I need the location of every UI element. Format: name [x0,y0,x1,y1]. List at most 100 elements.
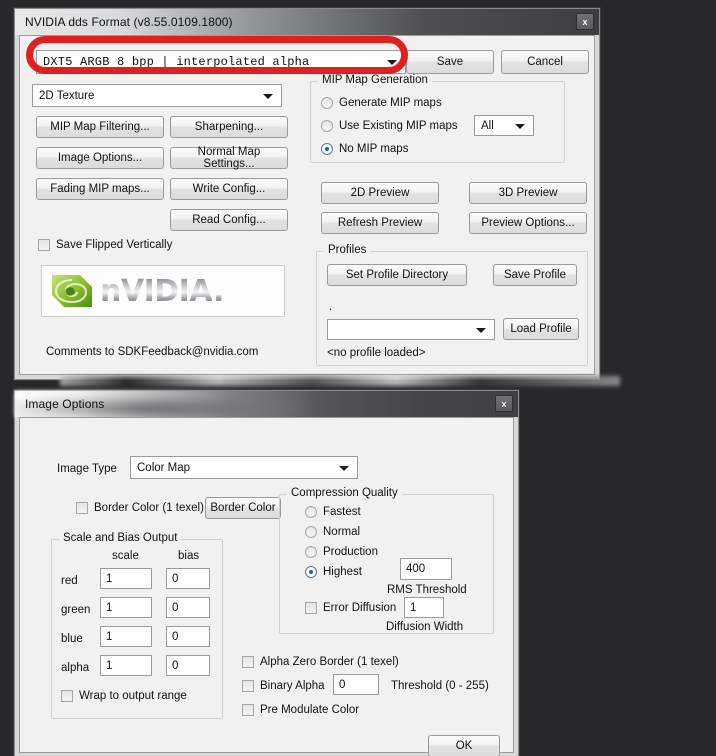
chevron-down-icon [339,465,349,471]
refresh-preview-button[interactable]: Refresh Preview [321,212,439,234]
radio-generate-mip-maps[interactable]: Generate MIP maps [321,97,442,109]
rms-threshold-label: RMS Threshold [387,584,467,596]
image-type-combo[interactable]: Color Map [130,456,358,479]
error-diffusion-label: Error Diffusion [323,602,397,614]
nvidia-wordmark-period: . [213,273,224,309]
2d-preview-button[interactable]: 2D Preview [321,182,439,204]
dds-format-titlebar[interactable]: NVIDIA dds Format (v8.55.0109.1800) x [15,9,599,35]
normal-map-settings-button[interactable]: Normal Map Settings... [170,146,288,170]
border-color-button[interactable]: Border Color [205,497,281,519]
alpha-scale-input[interactable]: 1 [100,655,152,676]
mip-map-generation-legend: MIP Map Generation [318,74,432,86]
dds-format-title: NVIDIA dds Format (v8.55.0109.1800) [25,15,233,29]
checkbox-box [38,239,50,251]
radio-production[interactable]: Production [305,546,378,558]
checkbox-box [76,502,88,514]
bias-column-header: bias [178,550,200,562]
read-config-button[interactable]: Read Config... [170,209,288,231]
fading-mip-maps-button[interactable]: Fading MIP maps... [36,178,164,200]
red-scale-input[interactable]: 1 [100,568,152,589]
profiles-dot-marker: . [329,301,333,313]
format-combo-value: DXT5 ARGB 8 bpp | interpolated alpha [43,55,310,69]
image-options-title: Image Options [25,397,105,411]
sharpening-button[interactable]: Sharpening... [170,116,288,138]
radio-fastest-label: Fastest [323,506,361,518]
radio-normal[interactable]: Normal [305,526,360,538]
row-label-alpha: alpha [61,662,90,674]
profile-status-text: <no profile loaded> [327,347,426,359]
format-combo[interactable]: DXT5 ARGB 8 bpp | interpolated alpha [36,50,406,74]
binary-alpha-threshold-input[interactable]: 0 [333,674,379,695]
image-options-titlebar[interactable]: Image Options x [15,391,518,417]
binary-alpha-label: Binary Alpha [260,680,325,692]
mip-map-filtering-button[interactable]: MIP Map Filtering... [36,116,164,138]
radio-no-mip-maps-label: No MIP maps [339,143,409,155]
blue-bias-input[interactable]: 0 [166,626,210,647]
row-label-green: green [61,604,91,616]
scale-column-header: scale [112,550,139,562]
scale-and-bias-legend: Scale and Bias Output [59,532,182,544]
preview-options-button[interactable]: Preview Options... [469,212,587,234]
radio-highest[interactable]: Highest [305,566,362,578]
dds-format-client-area: DXT5 ARGB 8 bpp | interpolated alpha Sav… [19,35,595,375]
image-options-window: Image Options x Image Type Color Map Bor… [14,390,519,756]
image-options-button[interactable]: Image Options... [36,147,164,169]
chevron-down-icon [515,123,525,129]
write-config-button[interactable]: Write Config... [170,178,288,200]
chevron-down-icon [476,327,486,333]
compression-quality-legend: Compression Quality [287,487,402,499]
green-scale-input[interactable]: 1 [100,597,152,618]
radio-dot [305,526,317,538]
load-profile-button[interactable]: Load Profile [503,318,579,340]
radio-dot [305,546,317,558]
radio-dot [305,566,317,578]
profiles-group: Profiles Set Profile Directory Save Prof… [316,244,588,366]
checkbox-box [242,656,254,668]
border-color-checkbox[interactable]: Border Color (1 texel) [76,502,204,514]
error-diffusion-checkbox[interactable]: Error Diffusion [305,602,396,614]
image-type-label: Image Type [57,463,117,475]
save-flipped-vertically-label: Save Flipped Vertically [56,239,173,251]
chevron-down-icon [387,60,397,65]
texture-type-combo[interactable]: 2D Texture [32,84,282,107]
cancel-button[interactable]: Cancel [501,50,589,74]
radio-use-existing-mip-maps[interactable]: Use Existing MIP maps [321,120,458,132]
alpha-zero-border-checkbox[interactable]: Alpha Zero Border (1 texel) [242,656,399,668]
blue-scale-input[interactable]: 1 [100,626,152,647]
rms-threshold-input[interactable]: 400 [400,558,452,580]
set-profile-directory-button[interactable]: Set Profile Directory [327,264,467,286]
pre-modulate-color-label: Pre Modulate Color [260,704,360,716]
red-bias-input[interactable]: 0 [166,568,210,589]
radio-dot [321,97,333,109]
row-label-red: red [61,575,78,587]
close-icon[interactable]: x [495,395,513,412]
save-profile-button[interactable]: Save Profile [493,264,577,286]
pre-modulate-color-checkbox[interactable]: Pre Modulate Color [242,704,359,716]
compression-quality-group: Compression Quality Fastest Normal Produ… [279,487,494,634]
desktop-background: NVIDIA dds Format (v8.55.0109.1800) x DX… [0,0,716,756]
border-color-checkbox-label: Border Color (1 texel) [94,502,204,514]
radio-dot [305,506,317,518]
wrap-to-output-range-checkbox[interactable]: Wrap to output range [61,690,187,702]
green-bias-input[interactable]: 0 [166,597,210,618]
profile-combo[interactable] [327,319,495,340]
close-icon[interactable]: x [576,13,594,30]
alpha-bias-input[interactable]: 0 [166,655,210,676]
checkbox-box [242,680,254,692]
scale-and-bias-output-group: Scale and Bias Output scale bias red 1 0… [51,532,223,719]
save-flipped-vertically-checkbox[interactable]: Save Flipped Vertically [38,239,172,251]
binary-alpha-checkbox[interactable]: Binary Alpha [242,680,325,692]
profiles-legend: Profiles [324,244,371,256]
radio-normal-label: Normal [323,526,361,538]
radio-dot [321,143,333,155]
3d-preview-button[interactable]: 3D Preview [469,182,587,204]
comments-text: Comments to SDKFeedback@nvidia.com [46,346,259,358]
ok-button[interactable]: OK [428,735,500,756]
save-button[interactable]: Save [406,50,494,74]
checkbox-box [242,704,254,716]
radio-no-mip-maps[interactable]: No MIP maps [321,143,408,155]
existing-mip-levels-combo[interactable]: All [474,115,534,136]
diffusion-width-input[interactable]: 1 [404,597,444,618]
radio-fastest[interactable]: Fastest [305,506,361,518]
radio-production-label: Production [323,546,378,558]
